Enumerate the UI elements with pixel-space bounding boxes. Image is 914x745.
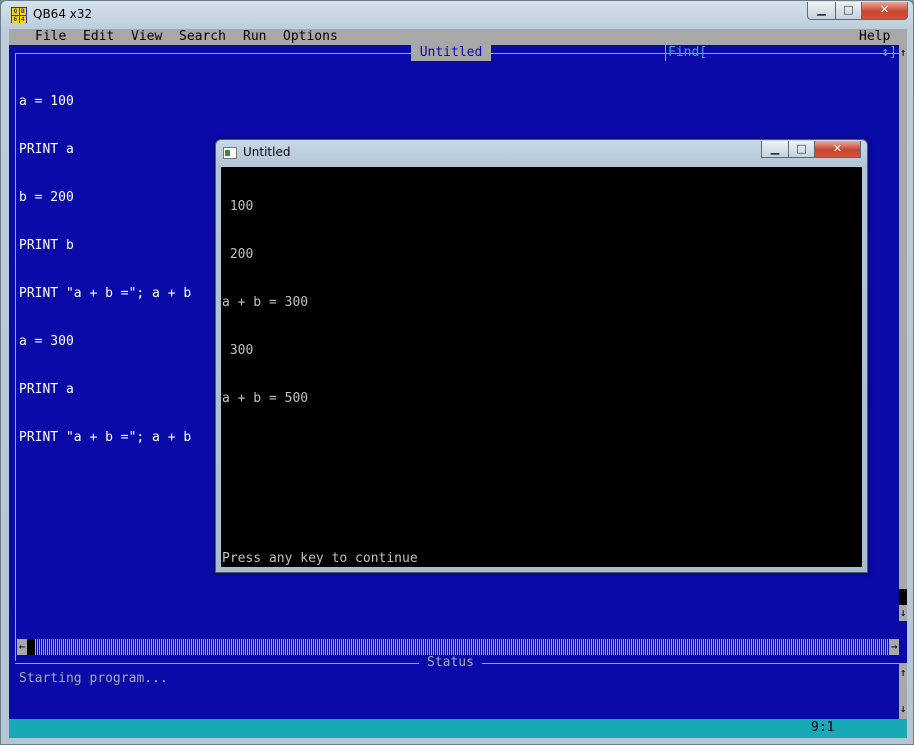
footer-bar: 9:1 bbox=[9, 719, 907, 738]
minimize-icon: ▁ bbox=[817, 3, 826, 16]
code-line[interactable]: PRINT a bbox=[19, 382, 191, 398]
code-line[interactable]: PRINT b bbox=[19, 238, 191, 254]
menu-help[interactable]: Help bbox=[859, 29, 890, 45]
close-button[interactable]: ✕ bbox=[861, 2, 908, 20]
console-output-window[interactable]: Untitled ▁ □ ✕ 100 200 a + b = 300 300 a… bbox=[215, 139, 868, 573]
menu-bar: File Edit View Search Run Options Help bbox=[9, 29, 907, 45]
console-screen[interactable]: 100 200 a + b = 300 300 a + b = 500 Pres… bbox=[221, 167, 862, 567]
maximize-icon: □ bbox=[796, 142, 807, 155]
console-output: 100 200 a + b = 300 300 a + b = 500 bbox=[222, 167, 308, 439]
window-titlebar[interactable]: Q B 6 4 QB64 x32 ▁ □ ✕ bbox=[1, 1, 913, 29]
menu-file[interactable]: File bbox=[35, 29, 66, 45]
scroll-left-arrow-icon[interactable]: ← bbox=[17, 639, 27, 655]
window-title: QB64 x32 bbox=[33, 7, 93, 21]
scroll-right-arrow-icon[interactable]: → bbox=[889, 639, 899, 655]
status-title: Status bbox=[419, 655, 482, 671]
menu-view[interactable]: View bbox=[131, 29, 162, 45]
console-title: Untitled bbox=[243, 145, 291, 159]
code-line[interactable]: a = 100 bbox=[19, 94, 191, 110]
editor-vertical-scrollbar[interactable] bbox=[899, 45, 907, 621]
scroll-down-arrow-icon[interactable]: ↓ bbox=[899, 605, 907, 621]
status-scroll-up-icon[interactable]: ↑ bbox=[899, 665, 907, 681]
find-field[interactable]: Find[ ↕] bbox=[665, 45, 899, 61]
status-scroll-down-icon[interactable]: ↓ bbox=[899, 701, 907, 717]
menu-options[interactable]: Options bbox=[283, 29, 338, 45]
console-maximize-button[interactable]: □ bbox=[788, 141, 815, 158]
console-app-icon bbox=[223, 147, 237, 159]
close-icon: ✕ bbox=[832, 142, 843, 155]
console-minimize-button[interactable]: ▁ bbox=[761, 141, 789, 158]
console-output-line: 200 bbox=[222, 247, 254, 262]
find-label: Find[ bbox=[668, 45, 708, 60]
close-icon: ✕ bbox=[879, 3, 890, 16]
menu-run[interactable]: Run bbox=[243, 29, 266, 45]
scroll-up-arrow-icon[interactable]: ↑ bbox=[899, 45, 907, 61]
minimize-button[interactable]: ▁ bbox=[807, 2, 836, 20]
code-line[interactable]: PRINT "a + b ="; a + b bbox=[19, 430, 191, 446]
find-history-arrows-icon[interactable]: ↕] bbox=[881, 45, 897, 61]
menu-edit[interactable]: Edit bbox=[83, 29, 114, 45]
qb64-app-icon: Q B 6 4 bbox=[11, 7, 27, 23]
code-line[interactable]: a = 300 bbox=[19, 334, 191, 350]
editor-horizontal-scrollbar[interactable] bbox=[17, 639, 899, 655]
console-output-line: 100 bbox=[222, 199, 254, 214]
console-output-line: a + b = 300 bbox=[222, 295, 309, 310]
console-output-line: 300 bbox=[222, 343, 254, 358]
editor-title: Untitled bbox=[411, 45, 491, 61]
menu-search[interactable]: Search bbox=[179, 29, 226, 45]
code-lines[interactable]: a = 100 PRINT a b = 200 PRINT b PRINT "a… bbox=[19, 62, 191, 478]
maximize-button[interactable]: □ bbox=[835, 2, 862, 20]
horizontal-scroll-thumb[interactable] bbox=[27, 639, 35, 655]
code-line[interactable]: b = 200 bbox=[19, 190, 191, 206]
editor-frame-left bbox=[15, 53, 16, 661]
code-line[interactable]: PRINT a bbox=[19, 142, 191, 158]
code-line[interactable]: PRINT "a + b ="; a + b bbox=[19, 286, 191, 302]
continue-prompt: Press any key to continue bbox=[222, 551, 418, 566]
qb64-window: Q B 6 4 QB64 x32 ▁ □ ✕ File Edit View Se… bbox=[0, 0, 914, 745]
vertical-scroll-thumb[interactable] bbox=[899, 589, 907, 605]
minimize-icon: ▁ bbox=[770, 142, 780, 155]
maximize-icon: □ bbox=[843, 3, 854, 16]
status-message: Starting program... bbox=[19, 671, 168, 686]
console-output-line: a + b = 500 bbox=[222, 391, 309, 406]
status-vertical-scrollbar[interactable]: ↑ ↓ bbox=[899, 663, 907, 719]
cursor-position: 9:1 bbox=[811, 720, 835, 735]
console-close-button[interactable]: ✕ bbox=[814, 141, 861, 158]
status-panel: Status Starting program... ↑ ↓ bbox=[9, 655, 907, 719]
